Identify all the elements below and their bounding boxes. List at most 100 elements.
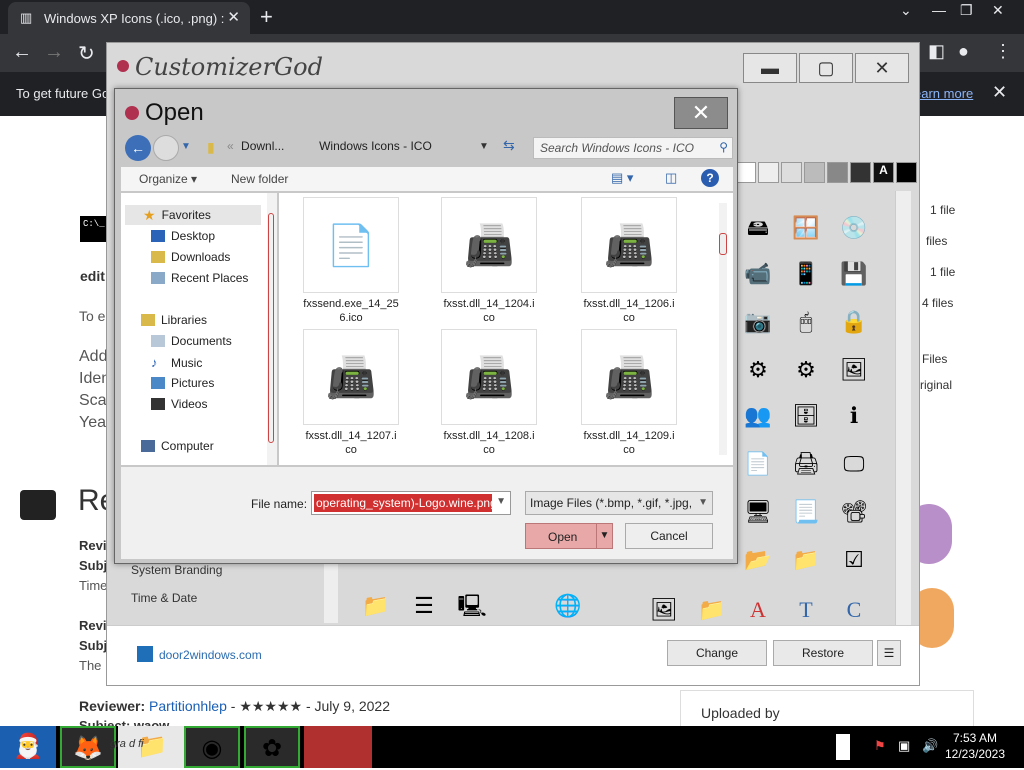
taskbar-app-red[interactable] (304, 726, 372, 768)
icon-grid-scrollbar[interactable] (895, 191, 911, 627)
cg-close-button[interactable]: ✕ (855, 53, 909, 83)
camcorder-icon[interactable]: 📹 (743, 259, 773, 289)
list-icon[interactable]: ☰ (409, 591, 439, 621)
file-item[interactable]: 📠 fxsst.dll_14_1207.i co (291, 329, 411, 457)
filter-dropdown-icon[interactable]: ▼ (698, 497, 708, 508)
nav-documents[interactable]: Documents (151, 334, 232, 348)
nav-computer[interactable]: Computer (141, 439, 214, 453)
file-list-scrollbar[interactable] (719, 203, 727, 455)
drive-icon[interactable]: 🖴 (743, 213, 773, 243)
history-dropdown-icon[interactable]: ▼ (181, 141, 191, 152)
scanner-icon[interactable]: 🖨 (791, 449, 821, 479)
customizergod-taskbar-icon[interactable]: ✿ (244, 726, 300, 768)
file-item[interactable]: 📄 fxssend.exe_14_25 6.ico (291, 197, 411, 325)
file-item[interactable]: 📠 fxsst.dll_14_1204.i co (429, 197, 549, 325)
search-input[interactable]: Search Windows Icons - ICO ⚲ (533, 137, 733, 159)
nav-downloads[interactable]: Downloads (151, 250, 230, 264)
window-maximize-button[interactable]: ❐ (960, 2, 973, 19)
font-a-icon[interactable]: A (743, 595, 773, 625)
swatch-lightgray[interactable] (781, 162, 802, 183)
window-minimize-button[interactable]: — (932, 2, 946, 18)
projector-screen-icon[interactable]: 📽 (839, 497, 869, 527)
folder-door-icon[interactable]: 📂 (743, 545, 773, 575)
clock[interactable]: 7:53 AM 12/23/2023 (940, 730, 1010, 762)
swatch-darkgray[interactable] (827, 162, 848, 183)
monitor-frame-icon[interactable]: 🖵 (839, 449, 869, 479)
preview-pane-icon[interactable]: ◫ (665, 170, 677, 186)
open-split-dropdown-icon[interactable]: ▼ (596, 524, 612, 548)
refresh-icon[interactable]: ⇆ (503, 137, 515, 154)
nav-pane-scrollbar[interactable] (267, 193, 277, 465)
dialog-close-button[interactable]: ✕ (674, 97, 728, 129)
camera-icon[interactable]: 📷 (743, 307, 773, 337)
nav-music[interactable]: ♪ Music (151, 355, 202, 370)
view-options-icon[interactable]: ▤ ▾ (611, 170, 633, 186)
font-c-icon[interactable]: C (839, 595, 869, 625)
swatch-text-a[interactable]: A (873, 162, 894, 183)
swatch-light[interactable] (758, 162, 779, 183)
cancel-button[interactable]: Cancel (625, 523, 713, 549)
monitor-icon[interactable]: 🖥 (743, 497, 773, 527)
file-item[interactable]: 📠 fxsst.dll_14_1206.i co (569, 197, 689, 325)
breadcrumb-current-folder[interactable]: Windows Icons - ICO (319, 139, 432, 153)
gear-document-icon[interactable]: ⚙ (743, 355, 773, 385)
nav-scroll-thumb[interactable] (268, 213, 274, 443)
forward-arrow-icon[interactable]: → (44, 41, 64, 64)
start-button-icon[interactable]: 🎅 (0, 726, 56, 768)
sidebar-icon[interactable]: ◧ (928, 41, 945, 62)
chrome-icon[interactable]: ◉ (184, 726, 240, 768)
cg-list-scrollbar[interactable] (324, 561, 338, 623)
restore-button[interactable]: Restore (773, 640, 873, 666)
font-t-icon[interactable]: T (791, 595, 821, 625)
floppy-check-icon[interactable]: 💾 (839, 259, 869, 289)
lock-icon[interactable]: 🔒 (839, 307, 869, 337)
nav-favorites[interactable]: ★ Favorites (125, 205, 261, 225)
checklist-gear-icon[interactable]: ☑ (839, 545, 869, 575)
info-close-icon[interactable]: ✕ (992, 82, 1007, 103)
swatch-charcoal[interactable] (850, 162, 871, 183)
file-type-filter[interactable]: Image Files (*.bmp, *.gif, *.jpg, ▼ (525, 491, 713, 515)
tray-show-desktop[interactable] (836, 734, 850, 760)
open-button[interactable]: Open ▼ (525, 523, 613, 549)
nav-pictures[interactable]: Pictures (151, 376, 214, 390)
swatch-white[interactable] (735, 162, 756, 183)
swatch-gray[interactable] (804, 162, 825, 183)
tray-volume-icon[interactable]: 🔊 (922, 738, 938, 754)
breadcrumb-downloads[interactable]: Downl... (241, 139, 284, 153)
users-icon[interactable]: 👥 (743, 401, 773, 431)
nav-desktop[interactable]: Desktop (151, 229, 215, 243)
breadcrumb-overflow[interactable]: « (227, 139, 234, 153)
window-close-button[interactable]: ✕ (992, 2, 1004, 19)
change-button[interactable]: Change (667, 640, 767, 666)
nav-recent-places[interactable]: Recent Places (151, 271, 248, 285)
info-icon[interactable]: ℹ (839, 401, 869, 431)
learn-more-link[interactable]: earn more (914, 86, 973, 101)
text-document-icon[interactable]: 📄 (743, 449, 773, 479)
new-folder-button[interactable]: New folder (231, 172, 288, 186)
file-item[interactable]: 📠 fxsst.dll_14_1209.i co (569, 329, 689, 457)
cg-maximize-button[interactable]: ▢ (799, 53, 853, 83)
windows-flag-icon[interactable]: 🪟 (791, 213, 821, 243)
tab-search-icon[interactable]: ⌄ (900, 2, 912, 19)
notepad-icon[interactable]: 📃 (791, 497, 821, 527)
firefox-icon[interactable]: 🦊 (60, 726, 116, 768)
nav-libraries[interactable]: Libraries (141, 313, 207, 327)
back-button-icon[interactable]: ← (125, 135, 151, 161)
folder-user-icon[interactable]: 📁 (791, 545, 821, 575)
reload-icon[interactable]: ↻ (78, 41, 95, 66)
organize-button[interactable]: Organize ▾ (139, 172, 197, 186)
path-dropdown-icon[interactable]: ▼ (479, 141, 489, 152)
mouse-icon[interactable]: 🖱 (791, 307, 821, 337)
help-icon[interactable]: ? (701, 169, 719, 187)
browser-tab[interactable]: ▥ Windows XP Icons (.ico, .png) : M ✕ (8, 2, 250, 34)
category-system-branding[interactable]: System Branding (131, 563, 222, 577)
profile-avatar-icon[interactable]: ● (958, 41, 969, 62)
menu-button[interactable]: ☰ (877, 640, 901, 666)
forward-button[interactable] (153, 135, 179, 161)
file-name-input[interactable]: operating_system)-Logo.wine.png ▼ (311, 491, 511, 515)
nav-videos[interactable]: Videos (151, 397, 207, 411)
file-name-dropdown-icon[interactable]: ▼ (496, 496, 506, 507)
cg-minimize-button[interactable]: ▬ (743, 53, 797, 83)
phone-icon[interactable]: 📱 (791, 259, 821, 289)
menu-kebab-icon[interactable]: ⋮ (994, 41, 1012, 62)
